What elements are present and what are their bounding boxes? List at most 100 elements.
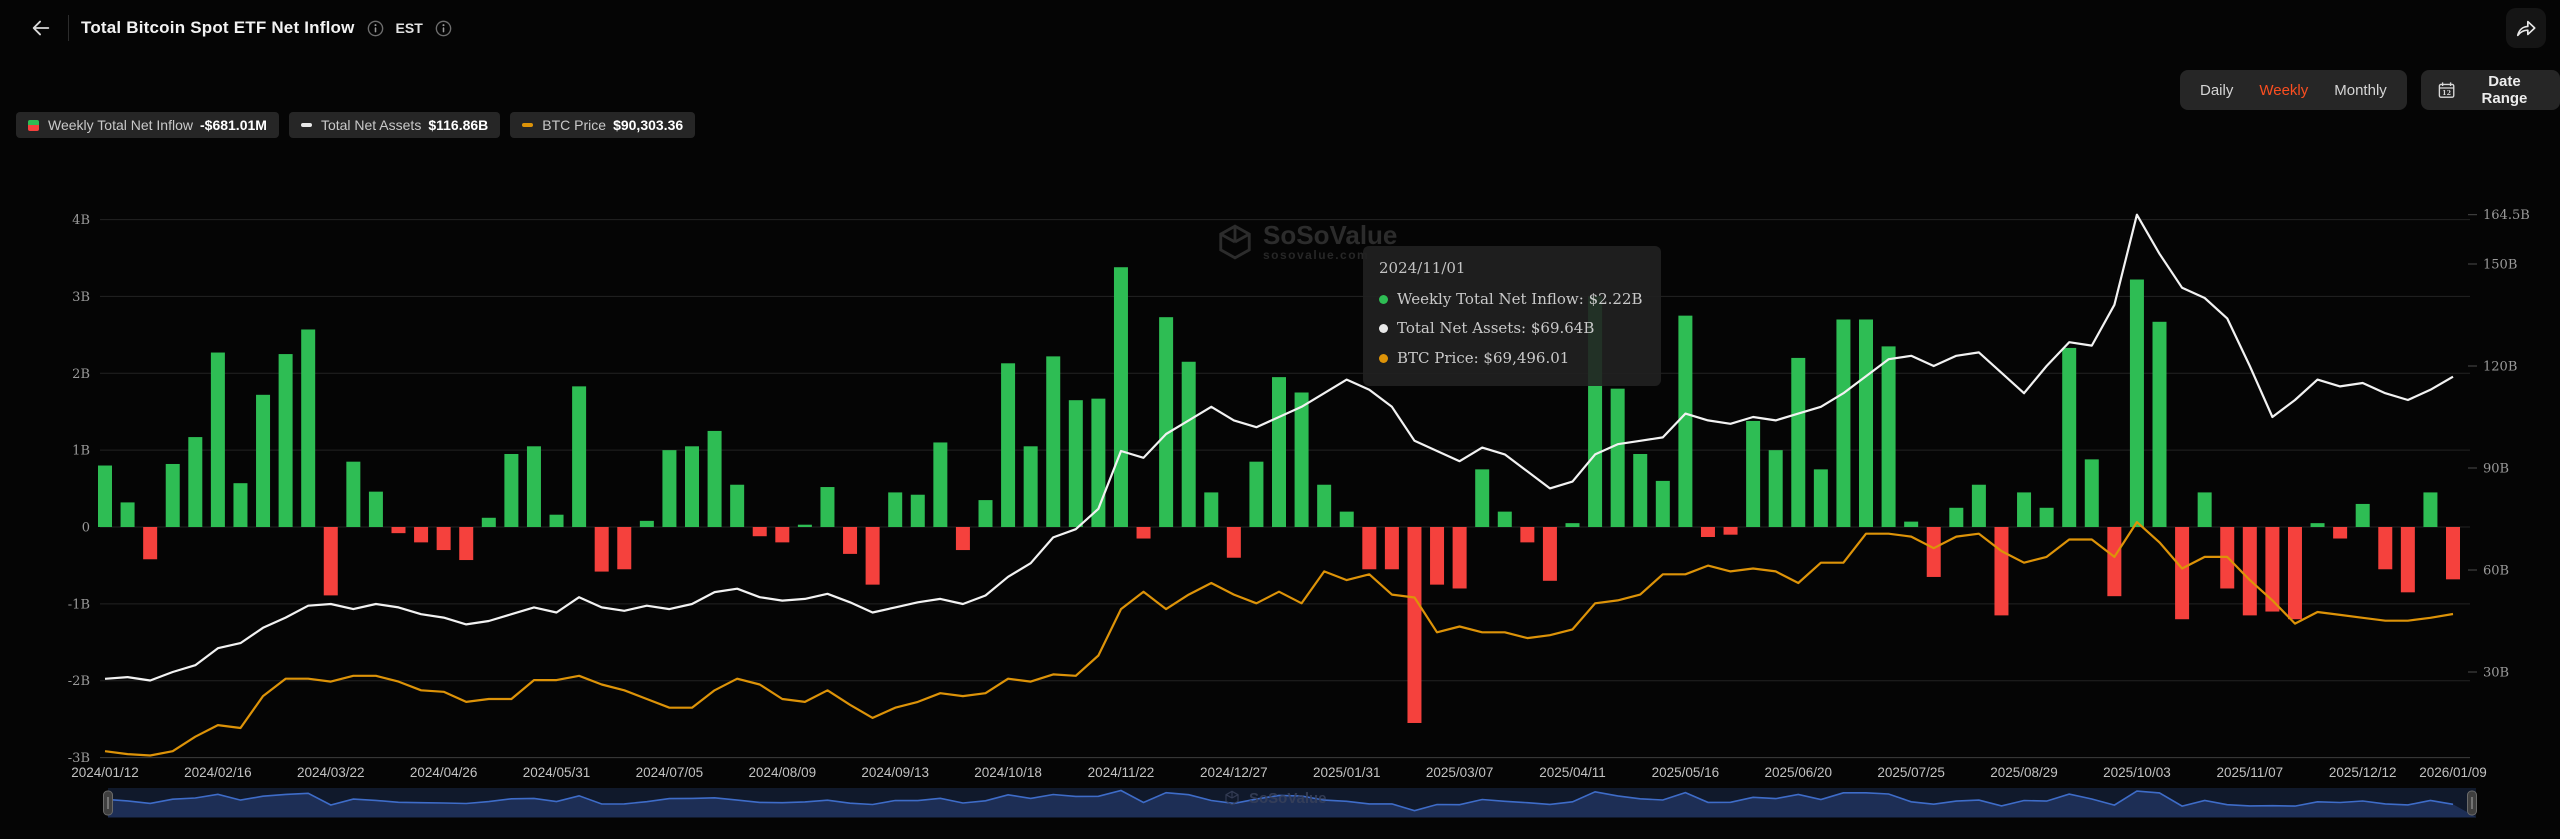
inflow-bar[interactable]	[843, 527, 857, 554]
interval-weekly-button[interactable]: Weekly	[2259, 82, 2308, 99]
inflow-bar[interactable]	[1137, 527, 1151, 539]
inflow-bar[interactable]	[2446, 527, 2460, 579]
inflow-bar[interactable]	[2153, 322, 2167, 527]
inflow-bar[interactable]	[2401, 527, 2415, 592]
inflow-bar[interactable]	[2062, 348, 2076, 527]
inflow-bar[interactable]	[888, 492, 902, 527]
inflow-bar[interactable]	[1701, 527, 1715, 537]
interval-monthly-button[interactable]: Monthly	[2334, 82, 2387, 99]
inflow-bar[interactable]	[1633, 454, 1647, 527]
inflow-bar[interactable]	[1114, 267, 1128, 527]
inflow-bar[interactable]	[753, 527, 767, 536]
inflow-bar[interactable]	[188, 437, 202, 527]
inflow-bar[interactable]	[1791, 358, 1805, 527]
inflow-bar[interactable]	[956, 527, 970, 550]
inflow-bar[interactable]	[459, 527, 473, 560]
inflow-bar[interactable]	[2265, 527, 2279, 612]
inflow-bar[interactable]	[2130, 280, 2144, 527]
info-icon[interactable]	[367, 20, 384, 37]
inflow-bar[interactable]	[301, 329, 315, 527]
inflow-bar[interactable]	[2243, 527, 2257, 615]
inflow-bar[interactable]	[1475, 469, 1489, 527]
inflow-bar[interactable]	[1678, 316, 1692, 527]
inflow-bar[interactable]	[1069, 400, 1083, 527]
inflow-bar[interactable]	[1430, 527, 1444, 585]
legend-chip-btc-price[interactable]: BTC Price $90,303.36	[510, 112, 695, 138]
inflow-bar[interactable]	[1972, 485, 1986, 527]
inflow-bar[interactable]	[1295, 393, 1309, 527]
inflow-bar[interactable]	[143, 527, 157, 559]
inflow-bar[interactable]	[1001, 363, 1015, 527]
inflow-bar[interactable]	[1407, 527, 1421, 723]
inflow-bar[interactable]	[2017, 492, 2031, 527]
inflow-bar[interactable]	[1046, 356, 1060, 527]
inflow-bar[interactable]	[2423, 492, 2437, 527]
inflow-bar[interactable]	[1204, 492, 1218, 527]
inflow-bar[interactable]	[708, 431, 722, 527]
inflow-bar[interactable]	[1182, 362, 1196, 527]
inflow-bar[interactable]	[369, 492, 383, 527]
inflow-bar[interactable]	[1317, 485, 1331, 527]
inflow-bar[interactable]	[775, 527, 789, 542]
inflow-bar[interactable]	[2107, 527, 2121, 596]
inflow-bar[interactable]	[166, 464, 180, 527]
inflow-bar[interactable]	[1520, 527, 1534, 542]
inflow-bar[interactable]	[866, 527, 880, 585]
inflow-bar[interactable]	[324, 527, 338, 595]
inflow-bar[interactable]	[1566, 523, 1580, 527]
inflow-bar[interactable]	[2333, 527, 2347, 539]
inflow-bar[interactable]	[550, 515, 564, 527]
inflow-bar[interactable]	[121, 502, 135, 527]
inflow-bar[interactable]	[256, 395, 270, 527]
interval-daily-button[interactable]: Daily	[2200, 82, 2233, 99]
inflow-bar[interactable]	[1227, 527, 1241, 558]
inflow-bar[interactable]	[98, 466, 112, 527]
inflow-bar[interactable]	[1159, 317, 1173, 527]
inflow-bar[interactable]	[1746, 421, 1760, 527]
inflow-bar[interactable]	[482, 518, 496, 527]
inflow-bar[interactable]	[346, 462, 360, 527]
inflow-bar[interactable]	[504, 454, 518, 527]
inflow-bar[interactable]	[2085, 459, 2099, 527]
inflow-bar[interactable]	[933, 442, 947, 527]
inflow-bar[interactable]	[233, 483, 247, 527]
date-range-button[interactable]: 12 Date Range	[2421, 70, 2560, 110]
inflow-bar[interactable]	[2198, 492, 2212, 527]
inflow-bar[interactable]	[1656, 481, 1670, 527]
inflow-bar[interactable]	[211, 353, 225, 527]
inflow-bar[interactable]	[1994, 527, 2008, 615]
inflow-bar[interactable]	[1543, 527, 1557, 581]
inflow-bar[interactable]	[2040, 508, 2054, 527]
inflow-bar[interactable]	[279, 354, 293, 527]
inflow-bar[interactable]	[1272, 377, 1286, 527]
back-button[interactable]	[26, 13, 56, 43]
inflow-bar[interactable]	[1340, 512, 1354, 527]
inflow-bar[interactable]	[911, 495, 925, 527]
inflow-bar[interactable]	[527, 446, 541, 527]
inflow-bar[interactable]	[617, 527, 631, 569]
share-button[interactable]	[2506, 8, 2546, 48]
inflow-bar[interactable]	[640, 521, 654, 527]
inflow-bar[interactable]	[2356, 504, 2370, 527]
inflow-bar[interactable]	[1927, 527, 1941, 577]
inflow-bar[interactable]	[2175, 527, 2189, 619]
inflow-bar[interactable]	[662, 450, 676, 527]
inflow-bar[interactable]	[1949, 508, 1963, 527]
inflow-bar[interactable]	[1453, 527, 1467, 588]
inflow-bar[interactable]	[820, 487, 834, 527]
inflow-bar[interactable]	[414, 527, 428, 542]
inflow-bar[interactable]	[798, 525, 812, 527]
inflow-bar[interactable]	[1769, 450, 1783, 527]
inflow-bar[interactable]	[2288, 527, 2302, 619]
inflow-bar[interactable]	[1385, 527, 1399, 569]
inflow-bar[interactable]	[685, 446, 699, 527]
inflow-bar[interactable]	[2378, 527, 2392, 569]
inflow-bar[interactable]	[1814, 469, 1828, 527]
inflow-bar[interactable]	[1836, 319, 1850, 527]
inflow-bar[interactable]	[1249, 462, 1263, 527]
inflow-bar[interactable]	[1904, 522, 1918, 527]
inflow-bar[interactable]	[572, 386, 586, 527]
inflow-bar[interactable]	[392, 527, 406, 533]
inflow-bar[interactable]	[437, 527, 451, 550]
inflow-bar[interactable]	[1859, 319, 1873, 527]
